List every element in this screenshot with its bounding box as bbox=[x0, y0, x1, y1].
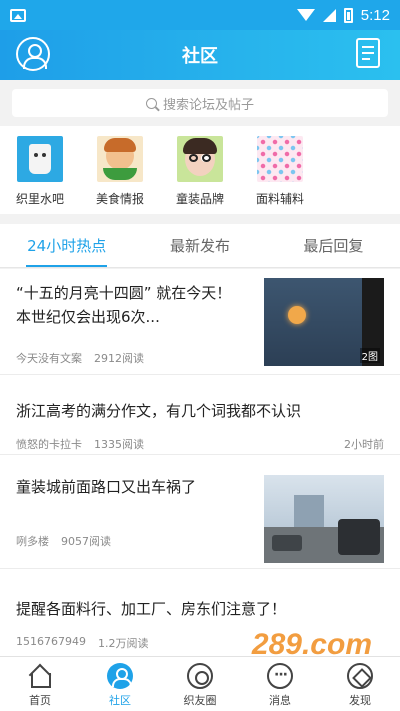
post-title-line2: 本世纪仅会出现6次... bbox=[16, 308, 160, 326]
compose-post-icon[interactable] bbox=[356, 38, 380, 68]
post-reads: 1.2万阅读 bbox=[98, 637, 149, 650]
post-title: 提醒各面料行、加工厂、房东们注意了！ bbox=[16, 600, 287, 618]
category-food-info[interactable]: 美食情报 bbox=[80, 126, 160, 214]
message-icon bbox=[267, 663, 293, 689]
list-item[interactable]: 浙江高考的满分作文，有几个词我都不认识 愤怒的卡拉卡 1335阅读 2小时前 bbox=[0, 375, 400, 455]
wifi-icon bbox=[296, 9, 315, 21]
post-reads: 2912阅读 bbox=[94, 352, 144, 365]
post-title: “十五的月亮十四圆” 就在今天！ bbox=[16, 284, 232, 302]
nav-label: 发现 bbox=[349, 694, 371, 707]
post-author: 1516767949 bbox=[16, 635, 86, 648]
search-placeholder: 搜索论坛及帖子 bbox=[162, 97, 254, 113]
status-time: 5:12 bbox=[360, 6, 390, 24]
discover-icon bbox=[347, 663, 373, 689]
category-label: 童装品牌 bbox=[175, 192, 224, 206]
nav-home[interactable]: 首页 bbox=[0, 657, 80, 711]
tab-last-reply[interactable]: 最后回复 bbox=[267, 224, 400, 267]
friends-circle-icon bbox=[187, 663, 213, 689]
post-reads: 1335阅读 bbox=[94, 438, 144, 451]
tab-24h-hot[interactable]: 24小时热点 bbox=[0, 224, 133, 267]
battery-icon bbox=[343, 7, 353, 23]
kids-brand-icon bbox=[177, 136, 223, 182]
category-label: 美食情报 bbox=[95, 192, 144, 206]
post-meta: 咧多楼 9057阅读 bbox=[16, 533, 111, 549]
post-title: 浙江高考的满分作文，有几个词我都不认识 bbox=[16, 402, 302, 420]
water-bar-icon bbox=[17, 136, 63, 182]
post-thumbnail: 2图 bbox=[264, 278, 384, 366]
signal-icon bbox=[322, 8, 336, 22]
list-item[interactable]: 童装城前面路口又出车祸了 咧多楼 9057阅读 bbox=[0, 455, 400, 569]
bottom-navigation: 首页 社区 织友圈 消息 发现 bbox=[0, 656, 400, 711]
nav-community[interactable]: 社区 bbox=[80, 657, 160, 711]
post-thumbnail bbox=[264, 475, 384, 563]
forum-categories: 织里水吧 美食情报 童装品牌 面料辅料 bbox=[0, 126, 400, 214]
home-icon bbox=[27, 663, 53, 689]
food-info-icon bbox=[97, 136, 143, 182]
post-time: 2小时前 bbox=[344, 438, 384, 451]
post-title: 童装城前面路口又出车祸了 bbox=[16, 478, 197, 496]
post-meta: 今天没有文案 2912阅读 bbox=[16, 350, 144, 366]
gallery-notification-icon bbox=[10, 8, 26, 22]
search-area: 搜索论坛及帖子 bbox=[0, 80, 400, 126]
post-reads: 9057阅读 bbox=[61, 535, 111, 548]
search-icon bbox=[145, 97, 157, 109]
nav-friends-circle[interactable]: 织友圈 bbox=[160, 657, 240, 711]
category-label: 织里水吧 bbox=[15, 192, 64, 206]
post-meta: 1516767949 1.2万阅读 bbox=[16, 635, 149, 651]
post-meta: 愤怒的卡拉卡 1335阅读 bbox=[16, 436, 144, 452]
category-kids-brand[interactable]: 童装品牌 bbox=[160, 126, 240, 214]
nav-label: 首页 bbox=[29, 694, 51, 707]
watermark-logo: 289.com bbox=[251, 628, 372, 661]
category-water-bar[interactable]: 织里水吧 bbox=[0, 126, 80, 214]
post-author: 咧多楼 bbox=[16, 535, 49, 548]
nav-label: 社区 bbox=[109, 694, 131, 707]
feed-tabs: 24小时热点 最新发布 最后回复 bbox=[0, 224, 400, 268]
community-icon bbox=[107, 663, 133, 689]
tab-latest[interactable]: 最新发布 bbox=[133, 224, 266, 267]
nav-messages[interactable]: 消息 bbox=[240, 657, 320, 711]
nav-label: 消息 bbox=[269, 694, 291, 707]
fabric-icon bbox=[257, 136, 303, 182]
post-author: 今天没有文案 bbox=[16, 352, 82, 365]
status-bar: 5:12 bbox=[0, 0, 400, 30]
category-label: 面料辅料 bbox=[255, 192, 304, 206]
page-title: 社区 bbox=[182, 46, 218, 67]
user-profile-icon[interactable] bbox=[16, 37, 50, 71]
category-fabric[interactable]: 面料辅料 bbox=[240, 126, 320, 214]
search-input[interactable]: 搜索论坛及帖子 bbox=[12, 89, 388, 117]
app-header: 社区 bbox=[0, 30, 400, 80]
nav-label: 织友圈 bbox=[183, 694, 217, 707]
image-count-badge: 2图 bbox=[359, 348, 380, 363]
post-feed: “十五的月亮十四圆” 就在今天！ 本世纪仅会出现6次... 今天没有文案 291… bbox=[0, 269, 400, 656]
list-item[interactable]: “十五的月亮十四圆” 就在今天！ 本世纪仅会出现6次... 今天没有文案 291… bbox=[0, 269, 400, 375]
nav-discover[interactable]: 发现 bbox=[320, 657, 400, 711]
post-author: 愤怒的卡拉卡 bbox=[16, 438, 82, 451]
